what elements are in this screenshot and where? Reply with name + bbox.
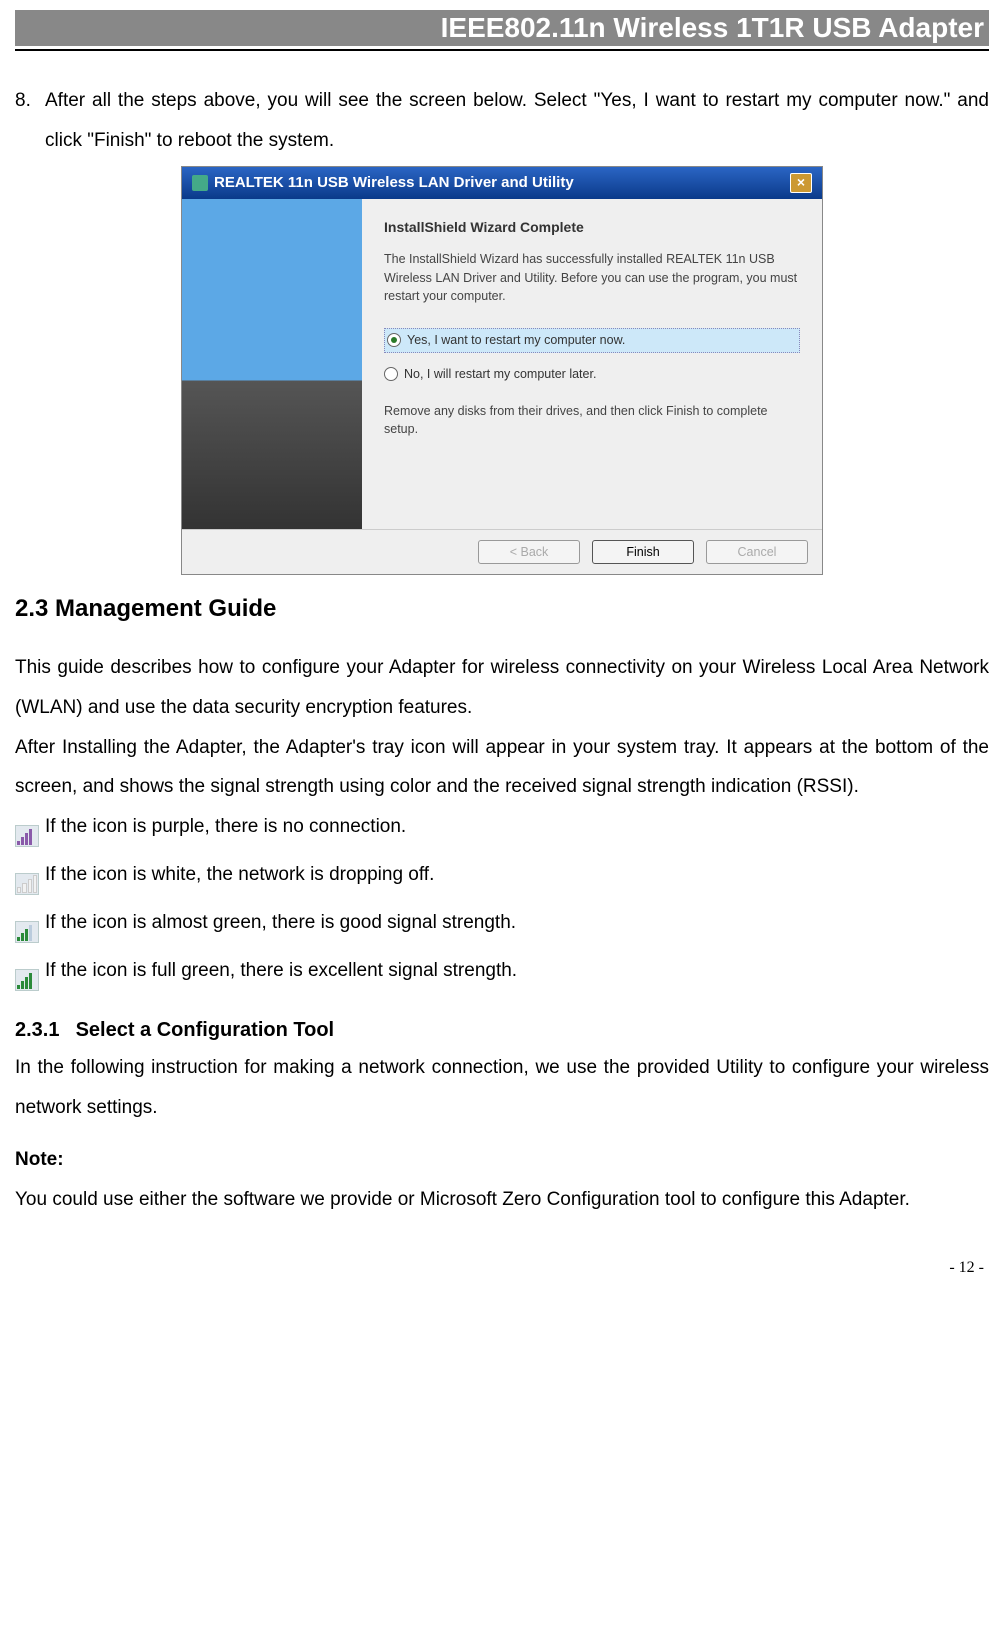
section-2-3-1-p1: In the following instruction for making …	[15, 1048, 989, 1128]
back-button[interactable]: < Back	[478, 540, 580, 564]
step-8: 8. After all the steps above, you will s…	[15, 81, 989, 161]
note-label: Note:	[15, 1140, 989, 1180]
cancel-button[interactable]: Cancel	[706, 540, 808, 564]
radio-restart-later[interactable]: No, I will restart my computer later.	[384, 365, 800, 384]
signal-icon-full-green	[15, 969, 39, 991]
radio-icon-selected	[387, 333, 401, 347]
installer-screenshot: REALTEK 11n USB Wireless LAN Driver and …	[181, 166, 823, 575]
section-2-3-p1: This guide describes how to configure yo…	[15, 648, 989, 728]
signal-icon-purple	[15, 825, 39, 847]
icon-row-purple: If the icon is purple, there is no conne…	[15, 807, 989, 847]
signal-icon-white	[15, 873, 39, 895]
installer-footer: < Back Finish Cancel	[182, 529, 822, 574]
icon-white-text: If the icon is white, the network is dro…	[45, 855, 434, 895]
installer-paragraph: The InstallShield Wizard has successfull…	[384, 250, 800, 306]
step-text: After all the steps above, you will see …	[45, 81, 989, 161]
radio-restart-now-label: Yes, I want to restart my computer now.	[407, 331, 625, 350]
icon-green1-text: If the icon is almost green, there is go…	[45, 903, 516, 943]
signal-icon-almost-green	[15, 921, 39, 943]
installer-heading: InstallShield Wizard Complete	[384, 217, 800, 238]
installer-titlebar: REALTEK 11n USB Wireless LAN Driver and …	[182, 167, 822, 199]
section-2-3-heading: 2.3 Management Guide	[15, 595, 989, 623]
doc-header: IEEE802.11n Wireless 1T1R USB Adapter	[15, 10, 989, 46]
note-text: You could use either the software we pro…	[15, 1180, 989, 1220]
section-2-3-1-heading: 2.3.1 Select a Configuration Tool	[15, 1019, 989, 1042]
section-2-3-1-num: 2.3.1	[15, 1019, 70, 1042]
close-icon[interactable]: ×	[790, 173, 812, 193]
radio-restart-now[interactable]: Yes, I want to restart my computer now.	[384, 328, 800, 353]
header-underline	[15, 49, 989, 51]
installer-sidebar-graphic	[182, 199, 362, 529]
installer-remove-disks: Remove any disks from their drives, and …	[384, 402, 800, 440]
section-2-3-1-title: Select a Configuration Tool	[76, 1019, 335, 1041]
radio-icon	[384, 367, 398, 381]
icon-row-white: If the icon is white, the network is dro…	[15, 855, 989, 895]
installer-app-icon	[192, 175, 208, 191]
finish-button[interactable]: Finish	[592, 540, 694, 564]
section-2-3-p2: After Installing the Adapter, the Adapte…	[15, 728, 989, 808]
icon-row-green2: If the icon is full green, there is exce…	[15, 951, 989, 991]
page-number: - 12 -	[15, 1259, 989, 1277]
icon-purple-text: If the icon is purple, there is no conne…	[45, 807, 406, 847]
icon-green2-text: If the icon is full green, there is exce…	[45, 951, 517, 991]
step-number: 8.	[15, 81, 45, 161]
icon-row-green1: If the icon is almost green, there is go…	[15, 903, 989, 943]
installer-title: REALTEK 11n USB Wireless LAN Driver and …	[214, 174, 574, 191]
radio-restart-later-label: No, I will restart my computer later.	[404, 365, 596, 384]
